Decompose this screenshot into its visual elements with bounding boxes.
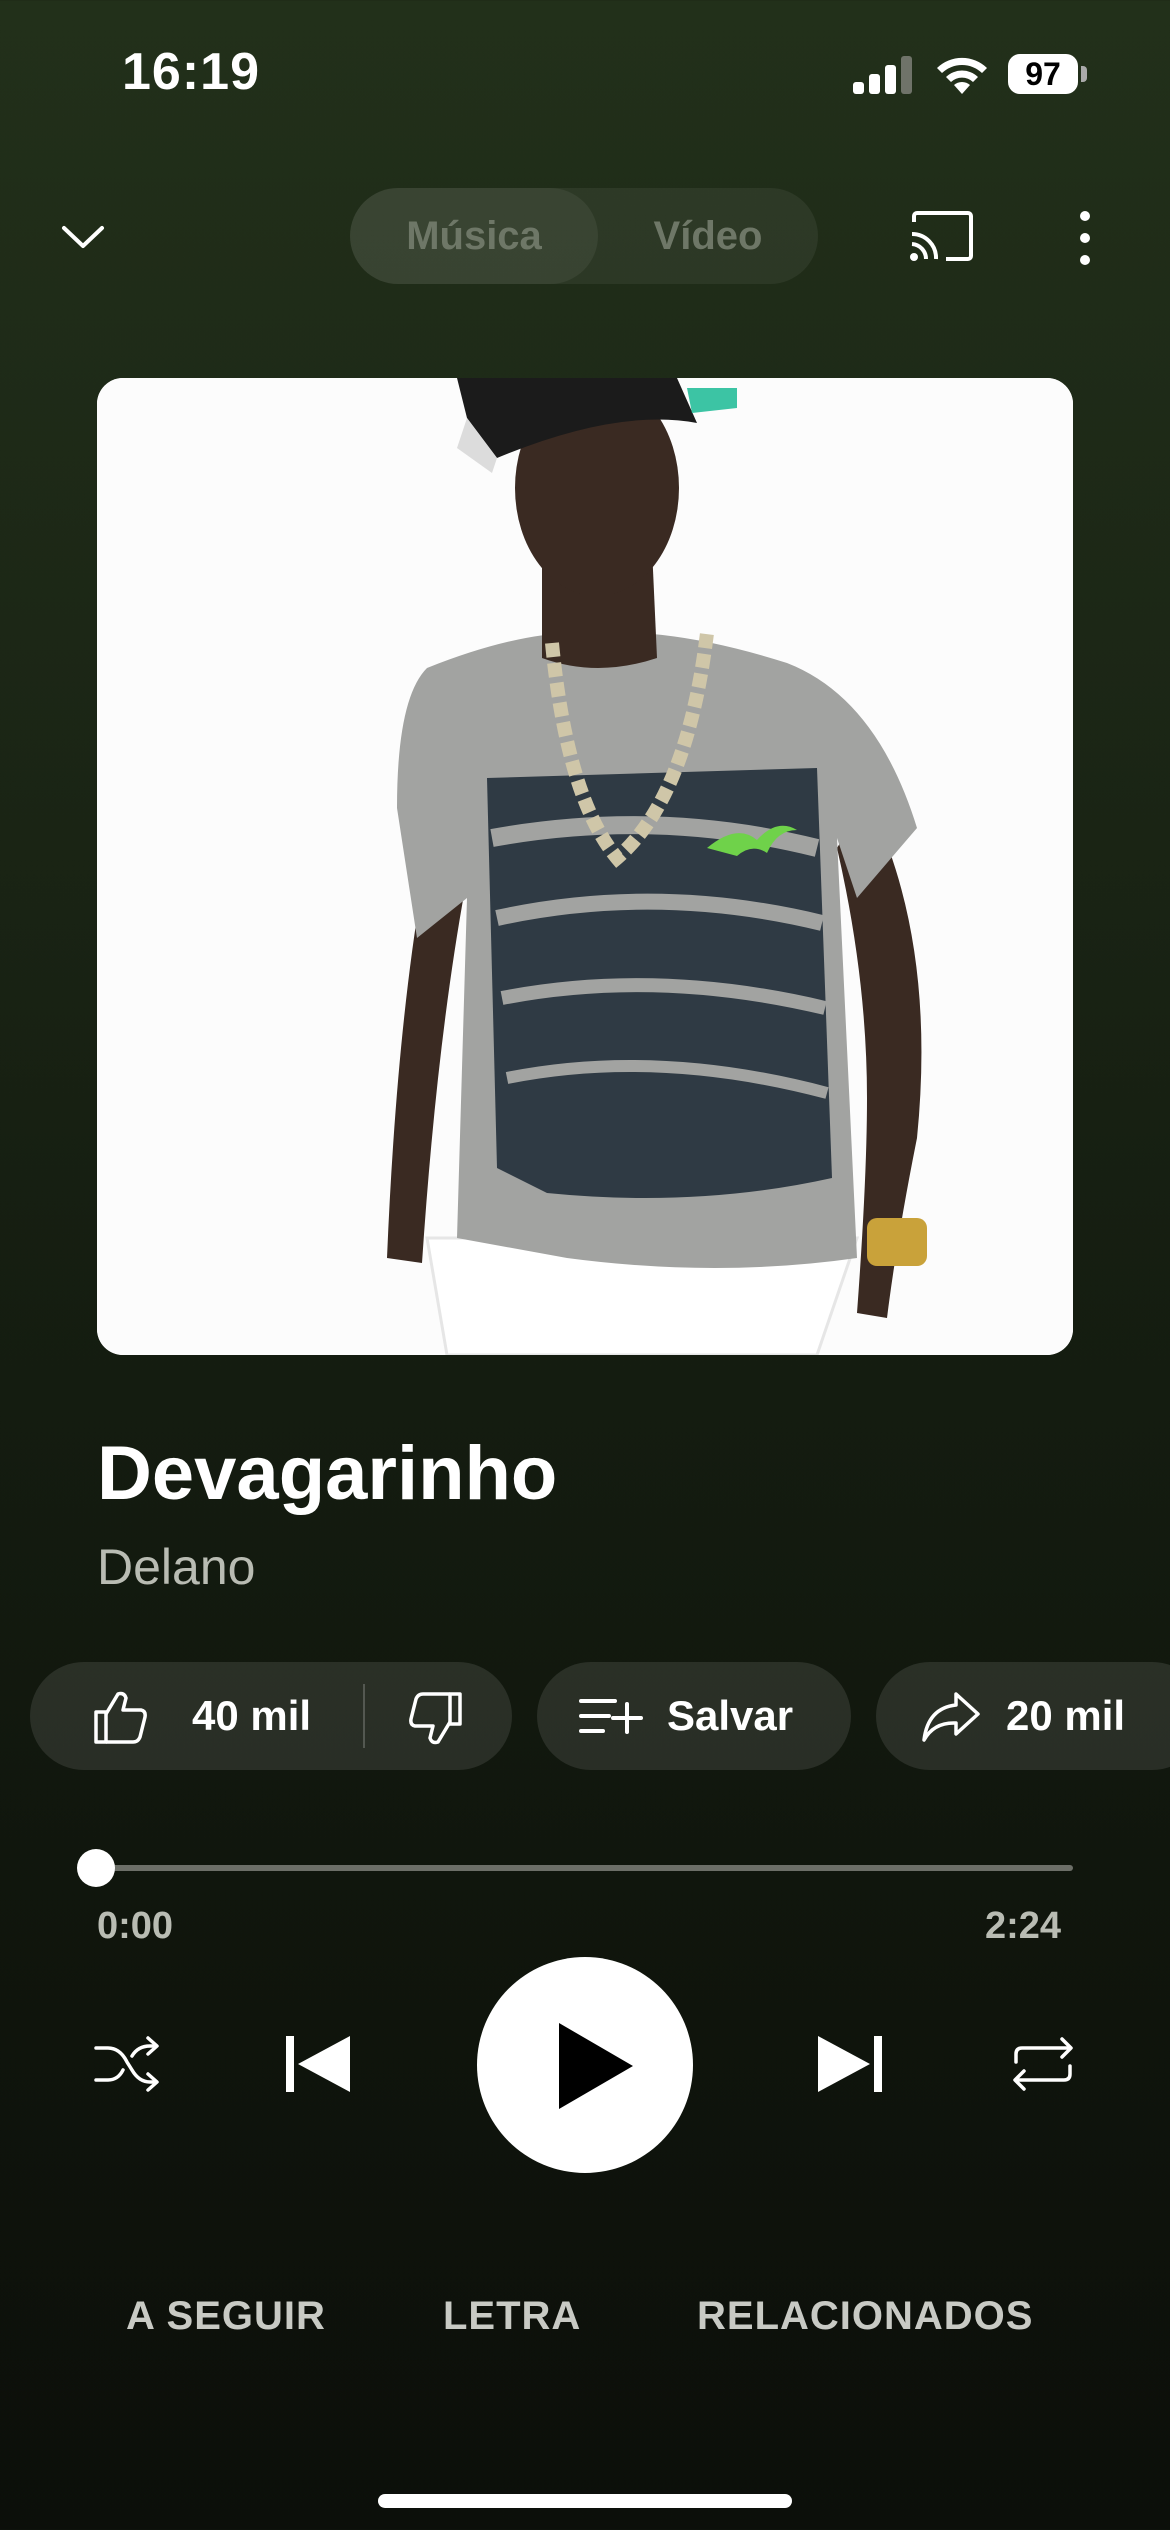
share-icon	[922, 1692, 980, 1742]
artist-name[interactable]: Delano	[97, 1538, 255, 1596]
cast-icon[interactable]	[908, 208, 974, 264]
more-vertical-icon[interactable]	[1070, 208, 1100, 268]
share-count: 20 mil	[1006, 1692, 1126, 1739]
tab-related[interactable]: RELACIONADOS	[697, 2294, 1033, 2339]
battery-level: 97	[1008, 54, 1078, 94]
save-button[interactable]: Salvar	[537, 1662, 851, 1770]
album-artwork	[97, 378, 1073, 1355]
total-time: 2:24	[985, 1905, 1062, 1947]
battery-indicator: 97	[1008, 54, 1088, 96]
progress-knob[interactable]	[77, 1849, 115, 1887]
home-indicator[interactable]	[378, 2494, 792, 2508]
tab-music[interactable]: Música	[350, 188, 598, 284]
current-time: 0:00	[97, 1905, 174, 1947]
like-dislike-pill: 40 mil	[30, 1662, 512, 1770]
skip-next-icon[interactable]	[814, 2030, 886, 2098]
play-icon	[559, 2023, 633, 2109]
thumbs-down-icon[interactable]	[408, 1692, 464, 1746]
repeat-icon[interactable]	[1008, 2034, 1078, 2094]
tab-lyrics[interactable]: LETRA	[443, 2294, 581, 2339]
shuffle-icon[interactable]	[92, 2034, 162, 2094]
tab-up-next[interactable]: A SEGUIR	[126, 2294, 326, 2339]
play-button[interactable]	[477, 1957, 693, 2173]
cellular-signal-icon	[853, 56, 912, 94]
skip-previous-icon[interactable]	[282, 2030, 354, 2098]
playlist-add-icon	[579, 1699, 643, 1734]
tab-video[interactable]: Vídeo	[598, 188, 818, 284]
chevron-down-icon[interactable]	[58, 212, 108, 262]
share-button[interactable]: 20 mil	[876, 1662, 1170, 1770]
wifi-icon	[937, 57, 987, 94]
like-count[interactable]: 40 mil	[192, 1662, 311, 1770]
song-title: Devagarinho	[97, 1431, 558, 1516]
save-label: Salvar	[667, 1692, 794, 1739]
progress-track[interactable]	[97, 1865, 1073, 1871]
music-video-toggle: Música Vídeo	[350, 188, 818, 284]
status-time: 16:19	[122, 43, 260, 101]
thumbs-up-icon[interactable]	[92, 1690, 148, 1744]
